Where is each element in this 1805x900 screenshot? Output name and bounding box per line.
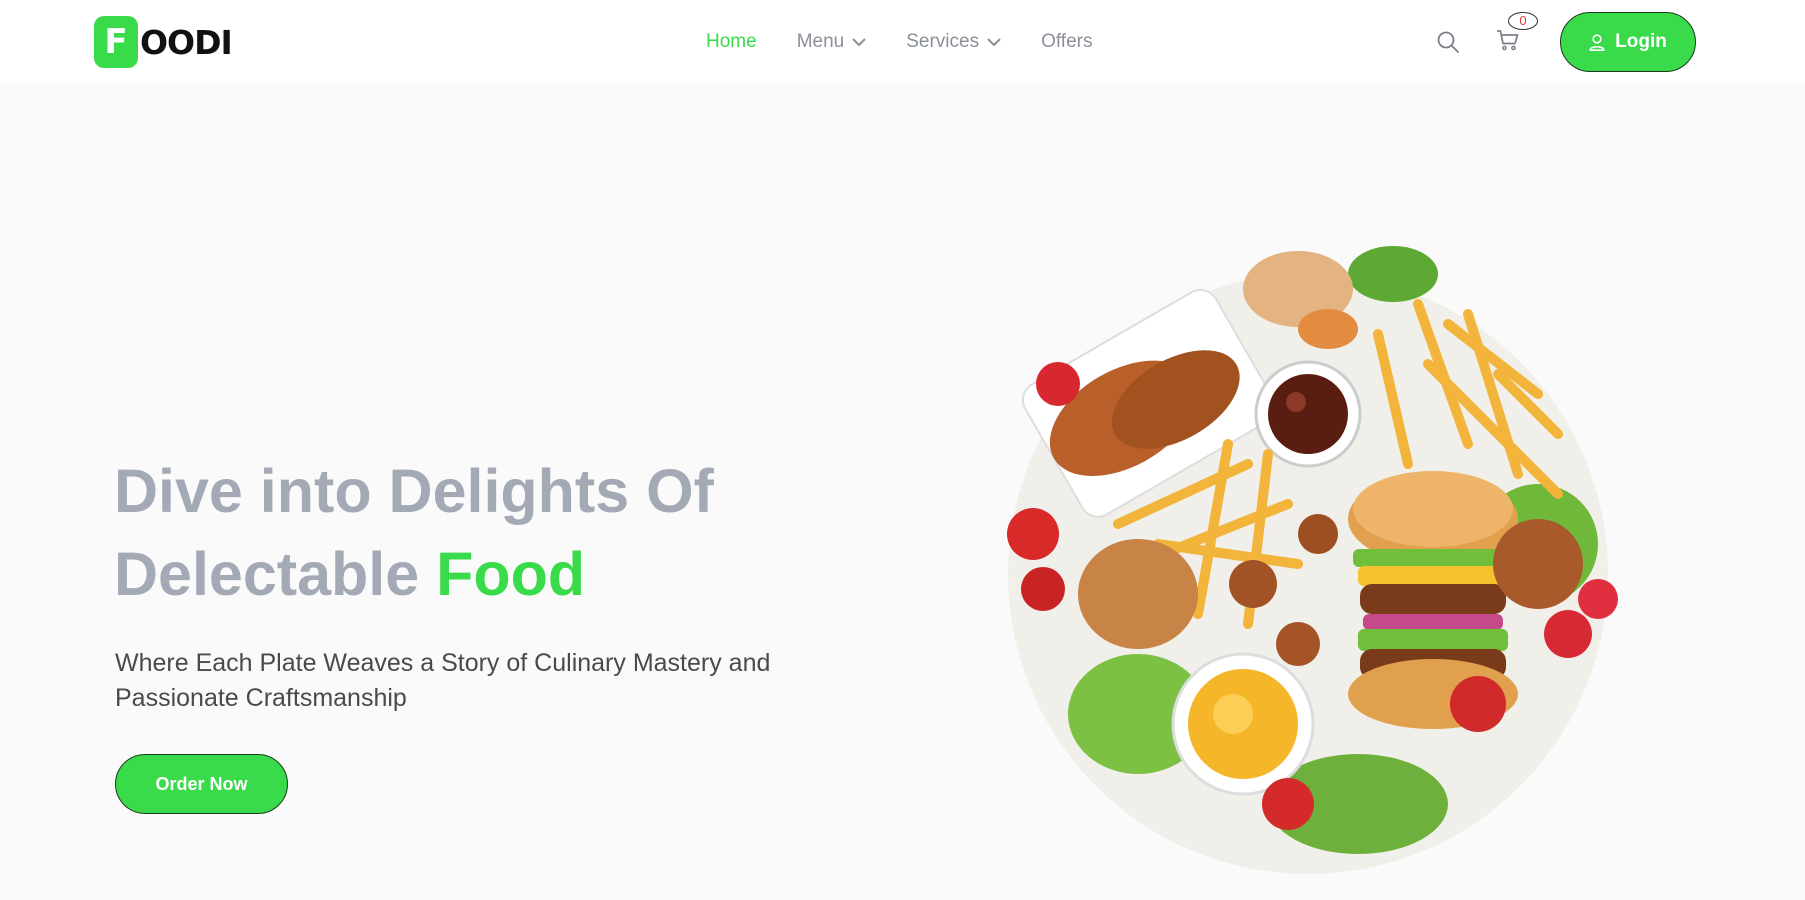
logo-badge: F [94, 16, 138, 68]
login-label: Login [1615, 31, 1667, 52]
nav-item-home-label: Home [706, 31, 757, 52]
logo-text: OODI [140, 22, 233, 62]
nav-item-home[interactable]: Home [706, 31, 757, 53]
navbar: F OODI Home Menu Services Offers 0 Login [0, 0, 1805, 84]
chevron-down-icon [987, 37, 1001, 47]
chevron-down-icon [852, 37, 866, 47]
nav-item-services-label: Services [906, 31, 980, 52]
logo[interactable]: F OODI [94, 16, 233, 68]
hero-title-line2: Delectable [114, 540, 420, 608]
user-icon [1589, 33, 1605, 51]
order-now-button[interactable]: Order Now [115, 754, 288, 814]
nav-actions: 0 Login [1436, 11, 1696, 72]
nav-item-offers-label: Offers [1041, 31, 1093, 52]
nav-item-services[interactable]: Services [906, 31, 1001, 53]
nav-item-menu[interactable]: Menu [797, 31, 867, 53]
search-icon[interactable] [1436, 30, 1460, 54]
hero-subtitle: Where Each Plate Weaves a Story of Culin… [115, 649, 771, 712]
nav-item-offers[interactable]: Offers [1041, 31, 1092, 53]
login-button[interactable]: Login [1560, 12, 1696, 72]
hero-title-accent: Food [436, 540, 586, 608]
hero-title: Dive into Delights Of Delectable Food [114, 450, 814, 616]
main-nav: Home Menu Services Offers [706, 28, 1092, 56]
hero-title-line1: Dive into Delights Of [114, 457, 714, 525]
cart-count-badge: 0 [1508, 11, 1538, 30]
cart-button[interactable]: 0 [1496, 11, 1538, 57]
nav-item-menu-label: Menu [796, 31, 845, 52]
cart-icon [1496, 28, 1520, 57]
food-platter-image [998, 244, 1624, 884]
